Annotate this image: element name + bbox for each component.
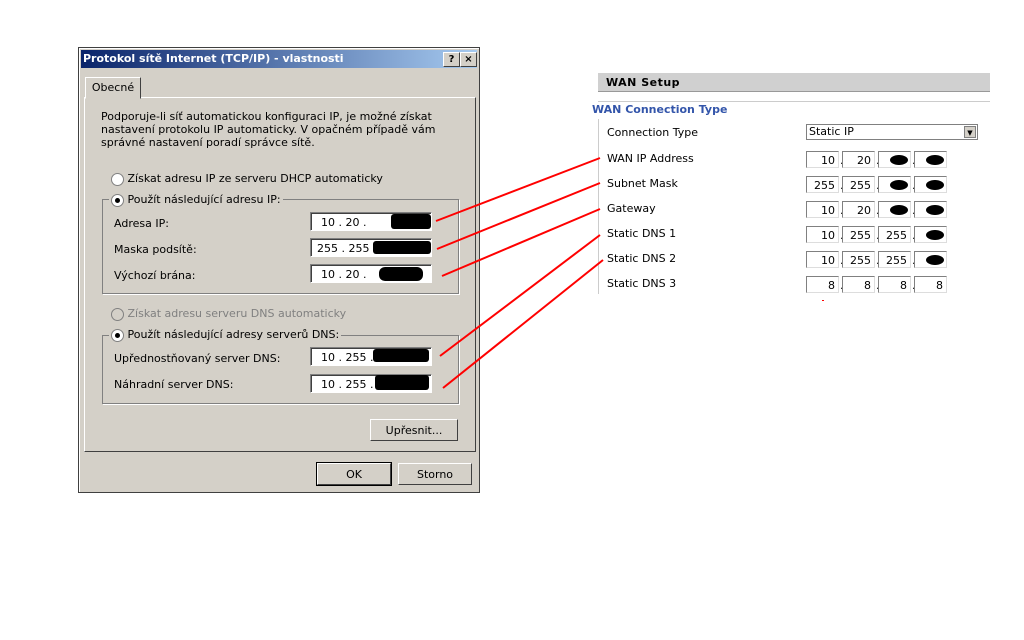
annotation-line <box>436 182 601 250</box>
annotation-line <box>435 157 601 222</box>
tab-general[interactable]: Obecné <box>85 77 141 99</box>
annotation-line <box>442 259 604 389</box>
annotation-lines <box>435 157 824 389</box>
annotation-line <box>441 208 601 277</box>
annotation-line <box>439 234 601 357</box>
annotation-dot <box>822 300 824 301</box>
